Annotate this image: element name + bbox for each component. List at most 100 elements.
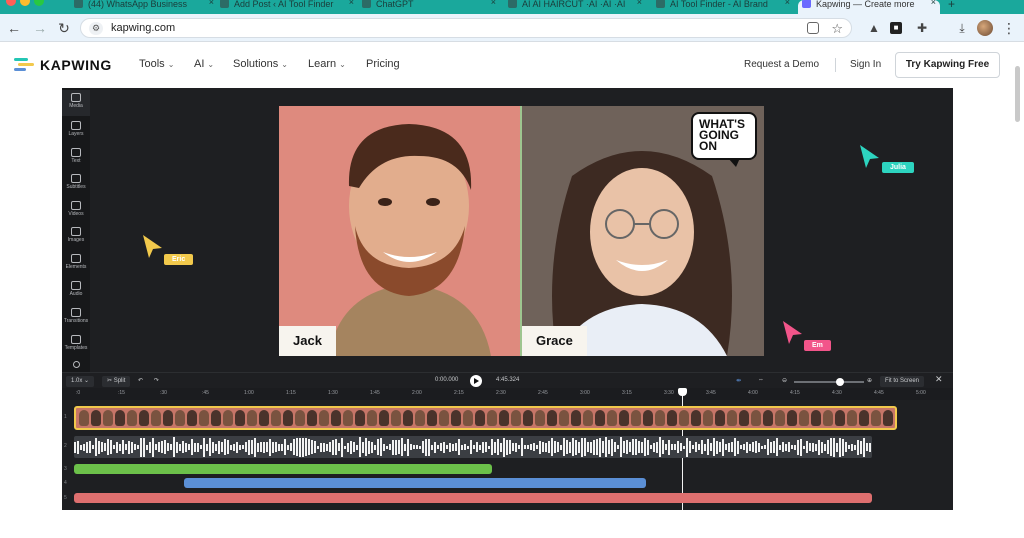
request-demo-link[interactable]: Request a Demo <box>744 59 819 70</box>
sidebar-item-images[interactable]: Images <box>62 224 90 250</box>
fit-width-icon[interactable]: ⇔ <box>758 377 764 383</box>
close-window-icon[interactable] <box>6 0 16 6</box>
audio-track-waveform[interactable] <box>74 436 872 458</box>
overlay-track-red[interactable] <box>74 493 872 503</box>
ruler-tick-label: :30 <box>160 390 167 396</box>
google-lens-icon[interactable] <box>807 22 819 34</box>
page-scrollbar[interactable] <box>1015 66 1020 122</box>
sidebar-item-audio[interactable]: Audio <box>62 278 90 304</box>
sidebar-item-layers[interactable]: Layers <box>62 118 90 144</box>
extension-warning-icon[interactable]: ▲ <box>866 20 882 36</box>
filmstrip-frame <box>727 410 737 426</box>
speed-select[interactable]: 1.0x ⌄ <box>66 376 95 387</box>
overlay-track-green[interactable] <box>74 464 492 474</box>
maximize-window-icon[interactable] <box>34 0 44 6</box>
sidebar-item-media[interactable]: Media <box>62 90 90 116</box>
overlay-track-blue[interactable] <box>184 478 646 488</box>
nav-ai[interactable]: AI ⌄ <box>194 58 214 70</box>
speech-bubble-sticker[interactable]: WHAT'S GOING ON <box>691 112 757 160</box>
tab-label: (44) WhatsApp Business <box>88 0 188 9</box>
extension-app-icon[interactable]: ■ <box>890 22 902 34</box>
zoom-in-icon[interactable]: ⊕ <box>867 377 872 384</box>
timeline-ruler[interactable]: :0:15:30:45 1:00 1:15 1:30 1:45 2:00 2:15 2:30 2… <box>62 388 953 400</box>
forward-arrow-icon[interactable]: → <box>32 20 48 36</box>
filmstrip-frame <box>439 410 449 426</box>
bookmark-star-icon[interactable]: ☆ <box>831 21 843 37</box>
waveform-bar <box>491 439 493 455</box>
close-tab-icon[interactable]: × <box>209 0 214 7</box>
close-timeline-icon[interactable]: ✕ <box>935 374 943 385</box>
browser-tab-kapwing[interactable]: Kapwing — Create more × <box>798 0 940 14</box>
ruler-tick-label: 4:00 <box>748 390 758 396</box>
close-tab-icon[interactable]: × <box>349 0 354 7</box>
tab-label: AI Tool Finder - AI Brand <box>670 0 768 9</box>
close-tab-icon[interactable]: × <box>637 0 642 7</box>
waveform-bar <box>506 439 508 455</box>
browser-tab-add-post[interactable]: Add Post ‹ AI Tool Finder × <box>216 0 358 14</box>
waveform-bar <box>158 442 160 452</box>
waveform-bar <box>413 445 415 449</box>
sidebar-item-videos[interactable]: Videos <box>62 198 90 224</box>
filmstrip-frame <box>883 410 893 426</box>
zoom-slider[interactable] <box>794 381 864 383</box>
video-track-clip[interactable] <box>74 406 897 430</box>
waveform-bar <box>437 445 439 449</box>
close-tab-icon[interactable]: × <box>491 0 496 7</box>
sidebar-item-subtitles[interactable]: Subtitles <box>62 171 90 197</box>
waveform-bar <box>284 439 286 455</box>
site-info-icon[interactable]: ⚙ <box>89 22 103 35</box>
fit-to-screen-button[interactable]: Fit to Screen <box>880 376 925 387</box>
zoom-slider-handle[interactable] <box>836 378 844 386</box>
waveform-bar <box>824 443 826 451</box>
nav-solutions[interactable]: Solutions ⌄ <box>233 58 288 70</box>
snap-icon[interactable]: ⇹ <box>736 377 741 384</box>
waveform-bar <box>839 437 841 457</box>
redo-icon[interactable]: ↷ <box>154 377 159 384</box>
zoom-out-icon[interactable]: ⊖ <box>782 377 787 384</box>
extensions-puzzle-icon[interactable]: ✚ <box>914 20 930 36</box>
browser-tab-chatgpt[interactable]: ChatGPT × <box>358 0 500 14</box>
playhead-handle[interactable] <box>678 388 687 396</box>
undo-icon[interactable]: ↶ <box>138 377 143 384</box>
address-bar[interactable]: ⚙ kapwing.com ☆ <box>80 18 852 38</box>
browser-menu-icon[interactable]: ⋮ <box>1002 20 1016 37</box>
nav-tools[interactable]: Tools ⌄ <box>139 58 174 70</box>
nav-pricing[interactable]: Pricing <box>366 58 400 70</box>
waveform-bar <box>146 444 148 450</box>
profile-avatar[interactable] <box>977 20 993 36</box>
waveform-bar <box>530 444 532 450</box>
waveform-bar <box>725 444 727 450</box>
browser-tab-whatsapp[interactable]: (44) WhatsApp Business × <box>70 0 218 14</box>
sidebar-item-transitions[interactable]: Transitions <box>62 305 90 331</box>
sign-in-link[interactable]: Sign In <box>850 59 881 70</box>
waveform-bar <box>212 441 214 453</box>
sidebar-item-text[interactable]: Text <box>62 145 90 171</box>
sidebar-item-elements[interactable]: Elements <box>62 251 90 277</box>
nav-learn[interactable]: Learn ⌄ <box>308 58 346 70</box>
reload-icon[interactable]: ↻ <box>56 20 72 36</box>
images-icon <box>71 227 81 236</box>
try-kapwing-free-button[interactable]: Try Kapwing Free <box>895 52 1000 78</box>
waveform-bar <box>617 445 619 449</box>
video-canvas[interactable]: Jack Grace WHAT'S GOING ON <box>279 106 764 356</box>
new-tab-icon[interactable]: + <box>948 0 955 11</box>
waveform-bar <box>305 438 307 456</box>
video-panel-left: Jack <box>279 106 522 356</box>
browser-tab-ai-tool-finder[interactable]: AI Tool Finder - AI Brand × <box>652 0 794 14</box>
waveform-bar <box>611 438 613 456</box>
sidebar-item-templates[interactable]: Templates <box>62 332 90 358</box>
close-tab-icon[interactable]: × <box>785 0 790 7</box>
waveform-bar <box>518 445 520 449</box>
play-button[interactable] <box>470 375 482 387</box>
browser-tab-haircut[interactable]: AI AI HAIRCUT ·AI ·AI ·AI × <box>504 0 646 14</box>
ruler-tick-label: 2:30 <box>496 390 506 396</box>
filmstrip-frame <box>571 410 581 426</box>
split-button[interactable]: ✂ Split <box>102 376 131 387</box>
minimize-window-icon[interactable] <box>20 0 30 6</box>
filmstrip-frame <box>535 410 545 426</box>
waveform-bar <box>74 441 76 453</box>
filmstrip-frame <box>415 410 425 426</box>
back-arrow-icon[interactable]: ← <box>6 20 22 36</box>
close-tab-icon[interactable]: × <box>931 0 936 7</box>
download-icon[interactable]: ⤓ <box>954 20 970 36</box>
